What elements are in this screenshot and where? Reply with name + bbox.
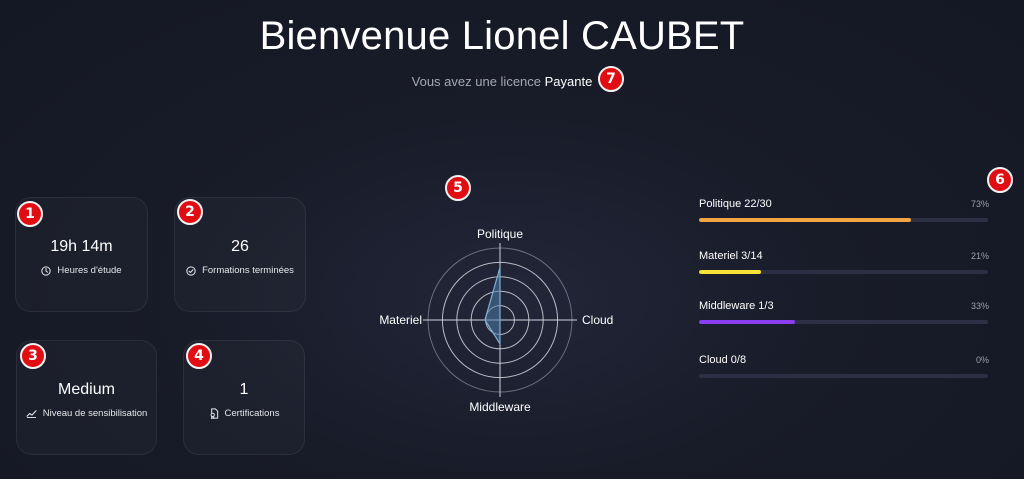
radar-axis-label-cloud: Cloud bbox=[582, 313, 613, 327]
radar-axis-label-politique: Politique bbox=[477, 227, 523, 241]
certifications-value: 1 bbox=[239, 381, 249, 398]
radar-axis-label-middleware: Middleware bbox=[469, 400, 531, 414]
progress-track bbox=[699, 270, 988, 274]
clock-icon bbox=[41, 265, 52, 276]
progress-track bbox=[699, 374, 988, 378]
progress-name: Middleware 1/3 bbox=[699, 300, 774, 312]
awareness-level-value: Medium bbox=[58, 381, 115, 398]
progress-percent: 21% bbox=[970, 251, 989, 261]
annotation-badge-3: 3 bbox=[20, 343, 46, 369]
license-prefix: Vous avez une licence bbox=[411, 74, 542, 89]
progress-name: Politique 22/30 bbox=[699, 198, 772, 210]
progress-track bbox=[699, 218, 988, 222]
progress-fill bbox=[699, 320, 796, 324]
progress-item-politique: Politique 22/30 73% bbox=[699, 198, 989, 222]
radar-chart: Politique Cloud Middleware Materiel bbox=[379, 227, 613, 414]
annotation-badge-7: 7 bbox=[598, 66, 624, 92]
radar-axis-label-materiel: Materiel bbox=[379, 313, 422, 327]
progress-fill bbox=[699, 218, 911, 222]
completed-trainings-label: Formations terminées bbox=[202, 265, 294, 276]
annotation-badge-1: 1 bbox=[17, 201, 43, 227]
license-type: Payante bbox=[544, 74, 593, 89]
progress-percent: 33% bbox=[970, 301, 989, 311]
awareness-level-label: Niveau de sensibilisation bbox=[42, 408, 148, 419]
study-hours-value: 19h 14m bbox=[50, 238, 113, 255]
completed-trainings-value: 26 bbox=[231, 238, 249, 255]
study-hours-label: Heures d'étude bbox=[57, 265, 122, 276]
license-info: Vous avez une licence Payante bbox=[0, 74, 1004, 89]
annotation-badge-6: 6 bbox=[987, 167, 1013, 193]
progress-percent: 73% bbox=[970, 199, 989, 209]
progress-name: Materiel 3/14 bbox=[699, 250, 763, 262]
progress-item-materiel: Materiel 3/14 21% bbox=[699, 250, 989, 274]
annotation-badge-2: 2 bbox=[177, 199, 203, 225]
annotation-badge-5: 5 bbox=[445, 175, 471, 201]
annotation-badge-4: 4 bbox=[186, 343, 212, 369]
progress-track bbox=[699, 320, 988, 324]
certificate-icon bbox=[210, 408, 218, 419]
progress-fill bbox=[699, 270, 761, 274]
trend-icon bbox=[26, 410, 37, 418]
progress-name: Cloud 0/8 bbox=[699, 354, 747, 366]
check-circle-icon bbox=[186, 265, 196, 276]
page-title: Bienvenue Lionel CAUBET bbox=[259, 14, 745, 58]
progress-item-cloud: Cloud 0/8 0% bbox=[699, 354, 989, 378]
progress-item-middleware: Middleware 1/3 33% bbox=[699, 300, 989, 324]
progress-percent: 0% bbox=[975, 355, 989, 365]
certifications-label: Certifications bbox=[224, 408, 280, 419]
